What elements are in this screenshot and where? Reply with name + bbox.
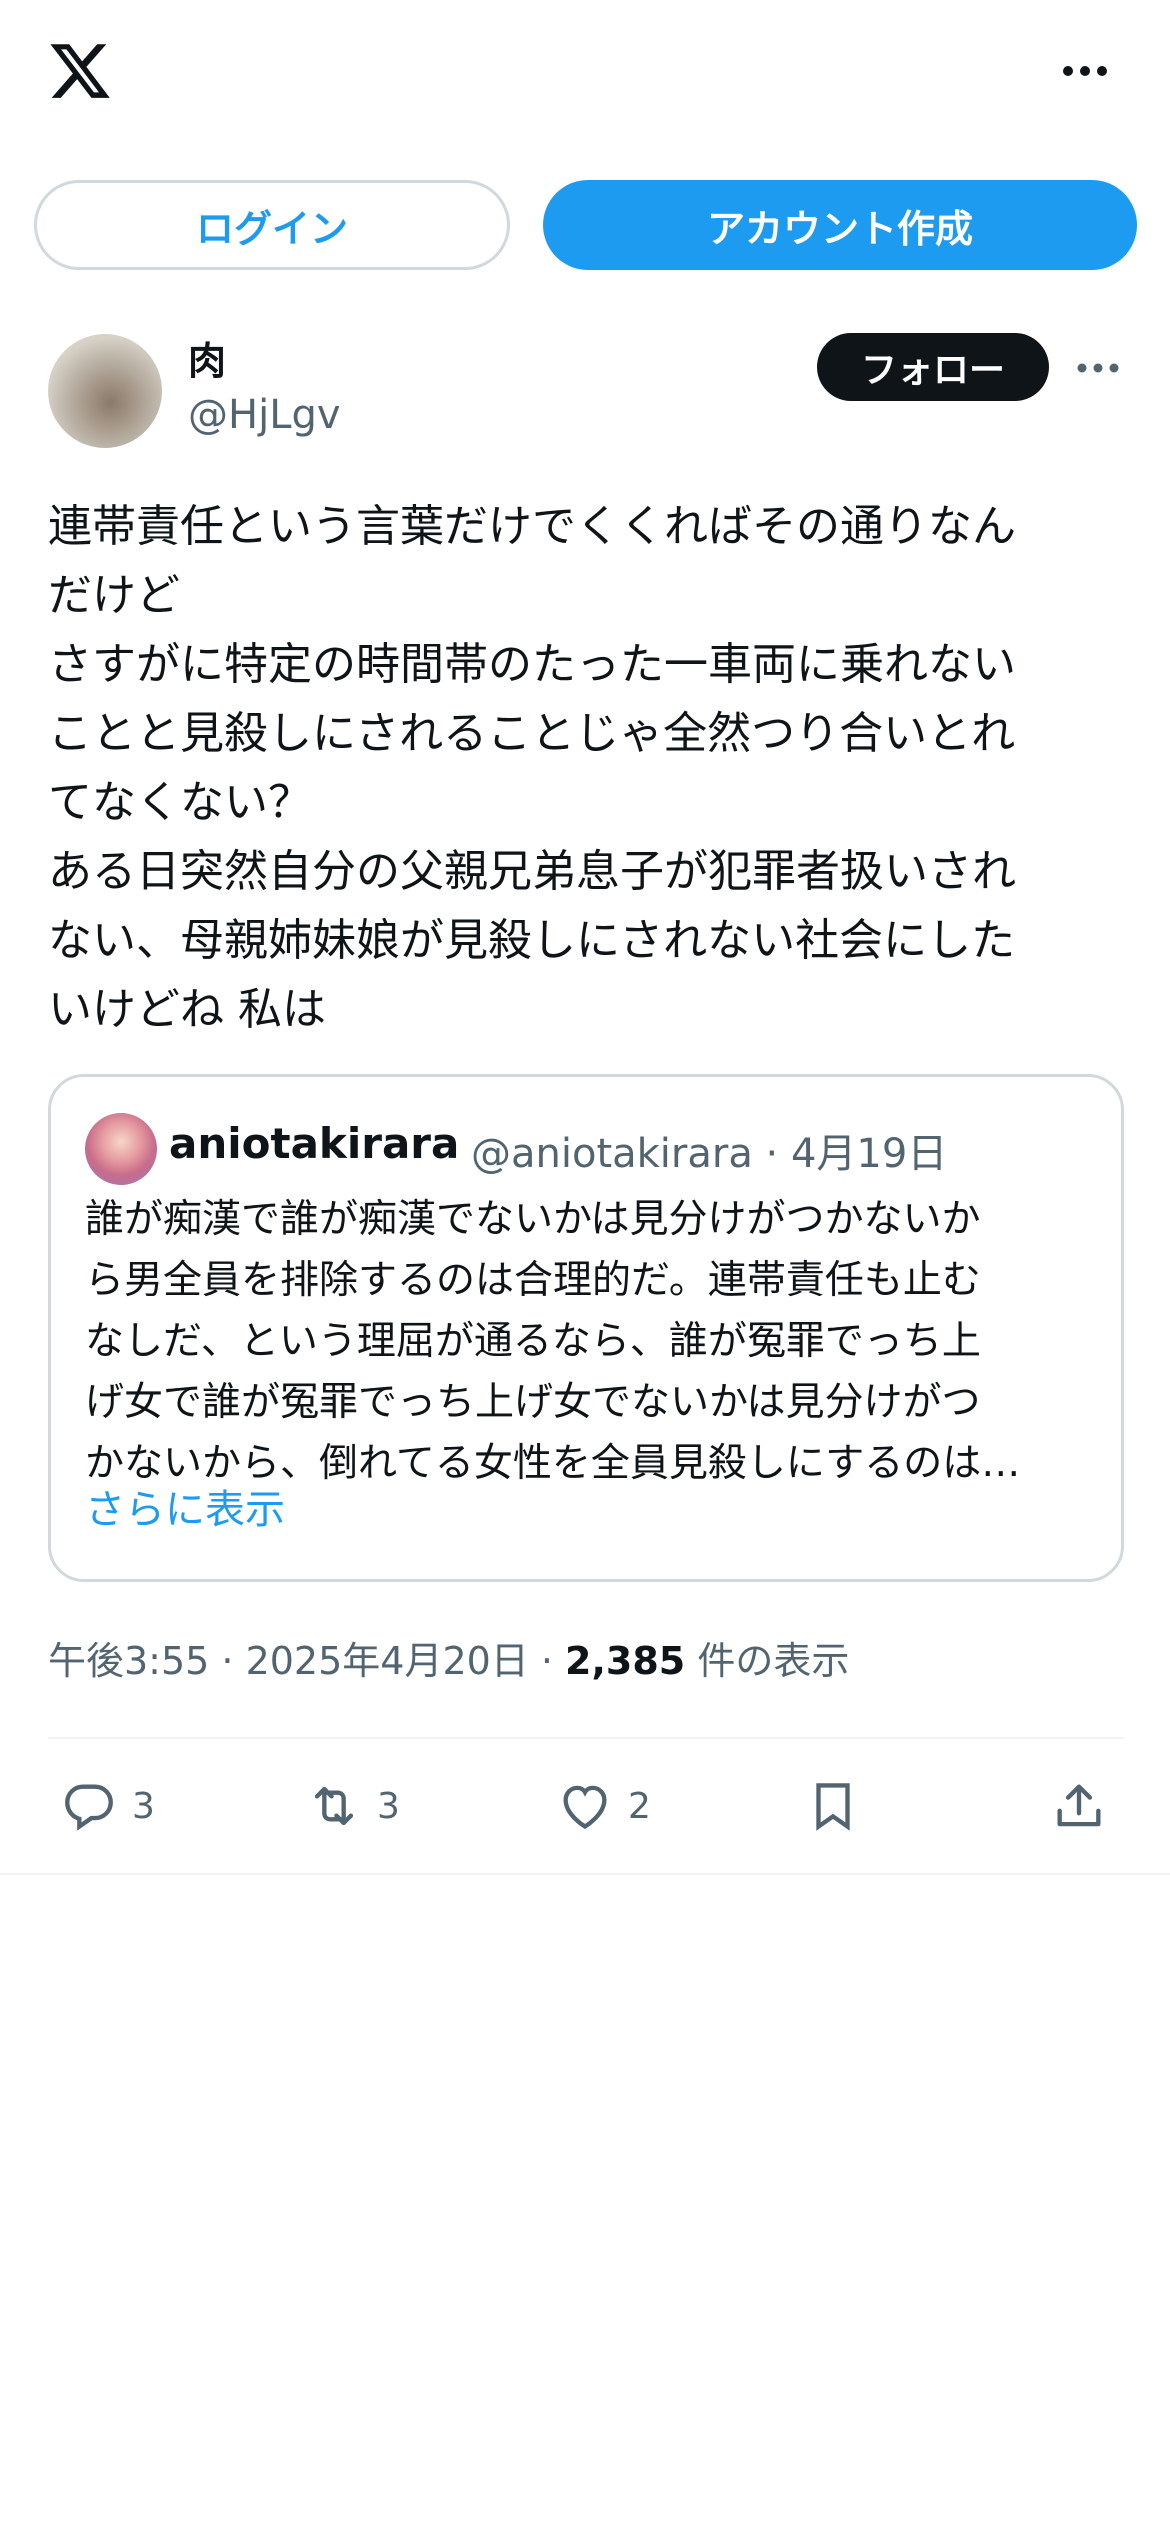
author-name[interactable]: 肉 bbox=[188, 330, 226, 385]
divider bbox=[0, 1873, 1170, 1875]
share-icon bbox=[1057, 1784, 1101, 1827]
follow-button[interactable]: フォロー bbox=[817, 333, 1049, 401]
reply-count: 3 bbox=[132, 1785, 155, 1827]
reply-icon bbox=[65, 1784, 113, 1831]
retweet-count: 3 bbox=[377, 1785, 400, 1827]
bookmark-button[interactable] bbox=[804, 1770, 862, 1842]
login-button[interactable]: ログイン bbox=[34, 180, 510, 270]
post-more-icon[interactable] bbox=[1077, 362, 1119, 374]
create-account-button[interactable]: アカウント作成 bbox=[543, 180, 1137, 270]
top-bar bbox=[0, 0, 1170, 150]
views-count: 2,385 bbox=[565, 1639, 686, 1683]
retweet-button[interactable]: 3 bbox=[305, 1770, 400, 1842]
quoted-author-meta: @aniotakirara · 4月19日 bbox=[471, 1131, 948, 1177]
divider bbox=[48, 1737, 1124, 1739]
like-button[interactable]: 2 bbox=[556, 1770, 651, 1842]
reply-button[interactable]: 3 bbox=[60, 1770, 155, 1842]
like-count: 2 bbox=[628, 1785, 651, 1827]
retweet-icon bbox=[314, 1786, 354, 1826]
x-logo-icon[interactable] bbox=[46, 38, 114, 104]
views-label: 件の表示 bbox=[685, 1639, 850, 1683]
timestamp-text: 午後3:55 · 2025年4月20日 · bbox=[48, 1639, 566, 1683]
quoted-author-name: aniotakirara bbox=[169, 1119, 460, 1168]
quoted-text: 誰が痴漢で誰が痴漢でないかは見分けがつかないか ら男全員を排除するのは合理的だ。… bbox=[85, 1197, 1021, 1486]
author-handle[interactable]: @HjLgv bbox=[188, 392, 341, 438]
author-avatar[interactable] bbox=[48, 334, 162, 448]
action-bar: 3 3 2 bbox=[0, 1770, 1170, 1850]
show-more-link[interactable]: さらに表示 bbox=[85, 1477, 285, 1535]
heart-icon bbox=[563, 1785, 607, 1830]
quoted-post[interactable]: aniotakirara @aniotakirara · 4月19日 誰が痴漢で… bbox=[48, 1074, 1124, 1582]
share-button[interactable] bbox=[1050, 1770, 1108, 1842]
bookmark-icon bbox=[816, 1783, 850, 1831]
post-text: 連帯責任という言葉だけでくくればその通りなん だけど さすがに特定の時間帯のたっ… bbox=[48, 501, 1016, 1035]
quoted-avatar bbox=[85, 1113, 157, 1185]
more-horizontal-icon[interactable] bbox=[1062, 64, 1108, 78]
post-timestamp: 午後3:55 · 2025年4月20日 · 2,385 件の表示 bbox=[48, 1630, 849, 1685]
